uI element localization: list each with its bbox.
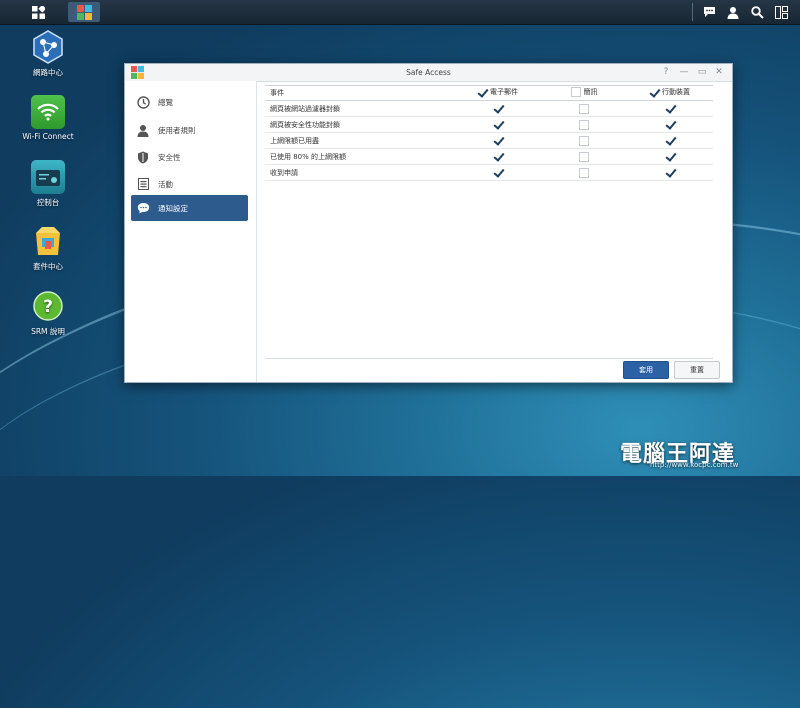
taskbar (0, 0, 800, 25)
sidebar-item-label: 通知設定 (158, 203, 188, 213)
mobile-checkbox[interactable] (666, 168, 675, 177)
table-header-row: 事件 電子郵件 簡訊 行動裝置 (265, 85, 713, 101)
minimize-button[interactable]: — (679, 67, 689, 77)
grid-menu-icon[interactable] (22, 2, 54, 22)
wifi-icon (31, 95, 65, 129)
event-name: 網頁被安全性功能封鎖 (265, 116, 455, 133)
table-row: 網頁被安全性功能封鎖 (265, 116, 713, 133)
help-button[interactable]: ? (661, 67, 671, 77)
user-icon[interactable] (725, 4, 741, 20)
email-checkbox[interactable] (494, 168, 503, 177)
notification-settings-panel: 事件 電子郵件 簡訊 行動裝置 網頁被網站過濾器封鎖 網頁被安全性功能封鎖 上網… (265, 81, 723, 382)
email-checkbox[interactable] (494, 104, 503, 113)
sidebar-item-label: 安全性 (158, 152, 181, 162)
desktop-item-label: 控制台 (36, 198, 60, 207)
column-header-mobile[interactable]: 行動裝置 (627, 85, 713, 101)
desktop-item-label: 網路中心 (33, 68, 63, 77)
mobile-checkbox[interactable] (666, 136, 675, 145)
sidebar-item-overview[interactable]: 總覽 (131, 89, 248, 115)
user-icon (136, 123, 150, 137)
footer-divider (265, 358, 713, 359)
table-row: 網頁被網站過濾器封鎖 (265, 100, 713, 117)
maximize-button[interactable]: ▭ (697, 67, 707, 77)
shield-icon (136, 150, 150, 164)
desktop-item-label: SRM 說明 (31, 327, 65, 336)
sidebar: 總覽 使用者規則 安全性 活動 通知設定 (125, 81, 257, 382)
table-row: 收到申請 (265, 164, 713, 181)
event-name: 上網限額已用盡 (265, 132, 455, 149)
safe-access-icon (76, 4, 92, 20)
mobile-checkbox[interactable] (666, 104, 675, 113)
chat-icon[interactable] (701, 4, 717, 20)
sms-checkbox[interactable] (579, 103, 589, 114)
sms-checkbox[interactable] (579, 135, 589, 146)
safe-access-window: Safe Access ? — ▭ ✕ 總覽 使用者規則 安全性 活動 通知設定 (124, 63, 733, 383)
widgets-icon[interactable] (773, 4, 789, 20)
event-name: 收到申請 (265, 164, 455, 181)
taskbar-separator (692, 3, 693, 21)
mobile-checkbox[interactable] (666, 152, 675, 161)
column-label: 電子郵件 (490, 88, 518, 97)
window-title: Safe Access (406, 68, 451, 77)
desktop-item-control-panel[interactable]: 控制台 (18, 160, 78, 208)
desktop-item-wifi-connect[interactable]: Wi-Fi Connect (18, 95, 78, 141)
control-panel-icon (31, 160, 65, 194)
table-row: 上網限額已用盡 (265, 132, 713, 149)
column-header-email[interactable]: 電子郵件 (455, 85, 541, 101)
sms-checkbox[interactable] (579, 167, 589, 178)
clock-icon (136, 95, 150, 109)
column-header-event: 事件 (265, 85, 455, 101)
chat-bubble-icon (136, 201, 150, 215)
select-all-sms-checkbox[interactable] (570, 87, 581, 97)
safe-access-taskbar-button[interactable] (68, 2, 100, 22)
sidebar-item-label: 總覽 (158, 97, 173, 107)
column-label: 行動裝置 (662, 88, 690, 97)
email-checkbox[interactable] (494, 120, 503, 129)
sms-checkbox[interactable] (579, 119, 589, 130)
sidebar-item-label: 使用者規則 (158, 125, 196, 135)
list-icon (136, 177, 150, 191)
notification-table: 事件 電子郵件 簡訊 行動裝置 網頁被網站過濾器封鎖 網頁被安全性功能封鎖 上網… (265, 85, 713, 181)
sidebar-item-label: 活動 (158, 179, 173, 189)
reset-button[interactable]: 重置 (674, 361, 720, 379)
select-all-mobile-checkbox[interactable] (650, 88, 659, 97)
package-center-icon (31, 224, 65, 258)
select-all-email-checkbox[interactable] (478, 88, 487, 97)
sidebar-item-activity[interactable]: 活動 (131, 171, 248, 197)
close-button[interactable]: ✕ (714, 67, 724, 77)
watermark-url: http://www.kocpc.com.tw (650, 461, 739, 469)
network-center-icon (31, 30, 65, 64)
desktop-item-network-center[interactable]: 網路中心 (18, 30, 78, 78)
sidebar-item-security[interactable]: 安全性 (131, 144, 248, 170)
mobile-checkbox[interactable] (666, 120, 675, 129)
apply-button[interactable]: 套用 (623, 361, 669, 379)
svg-text:?: ? (43, 297, 53, 317)
desktop-item-package-center[interactable]: 套件中心 (18, 224, 78, 272)
desktop-item-srm-help[interactable]: ? SRM 說明 (18, 289, 78, 337)
help-icon: ? (31, 289, 65, 323)
email-checkbox[interactable] (494, 136, 503, 145)
column-header-sms[interactable]: 簡訊 (541, 85, 627, 101)
event-name: 已使用 80% 的上網限額 (265, 148, 455, 165)
window-titlebar[interactable]: Safe Access ? — ▭ ✕ (125, 64, 732, 82)
desktop-item-label: Wi-Fi Connect (22, 132, 74, 141)
email-checkbox[interactable] (494, 152, 503, 161)
sidebar-item-user-rules[interactable]: 使用者規則 (131, 117, 248, 143)
sms-checkbox[interactable] (579, 151, 589, 162)
table-row: 已使用 80% 的上網限額 (265, 148, 713, 165)
desktop-item-label: 套件中心 (33, 262, 63, 271)
event-name: 網頁被網站過濾器封鎖 (265, 100, 455, 117)
search-icon[interactable] (749, 4, 765, 20)
column-label: 簡訊 (583, 88, 598, 96)
sidebar-item-notification-settings[interactable]: 通知設定 (131, 195, 248, 221)
